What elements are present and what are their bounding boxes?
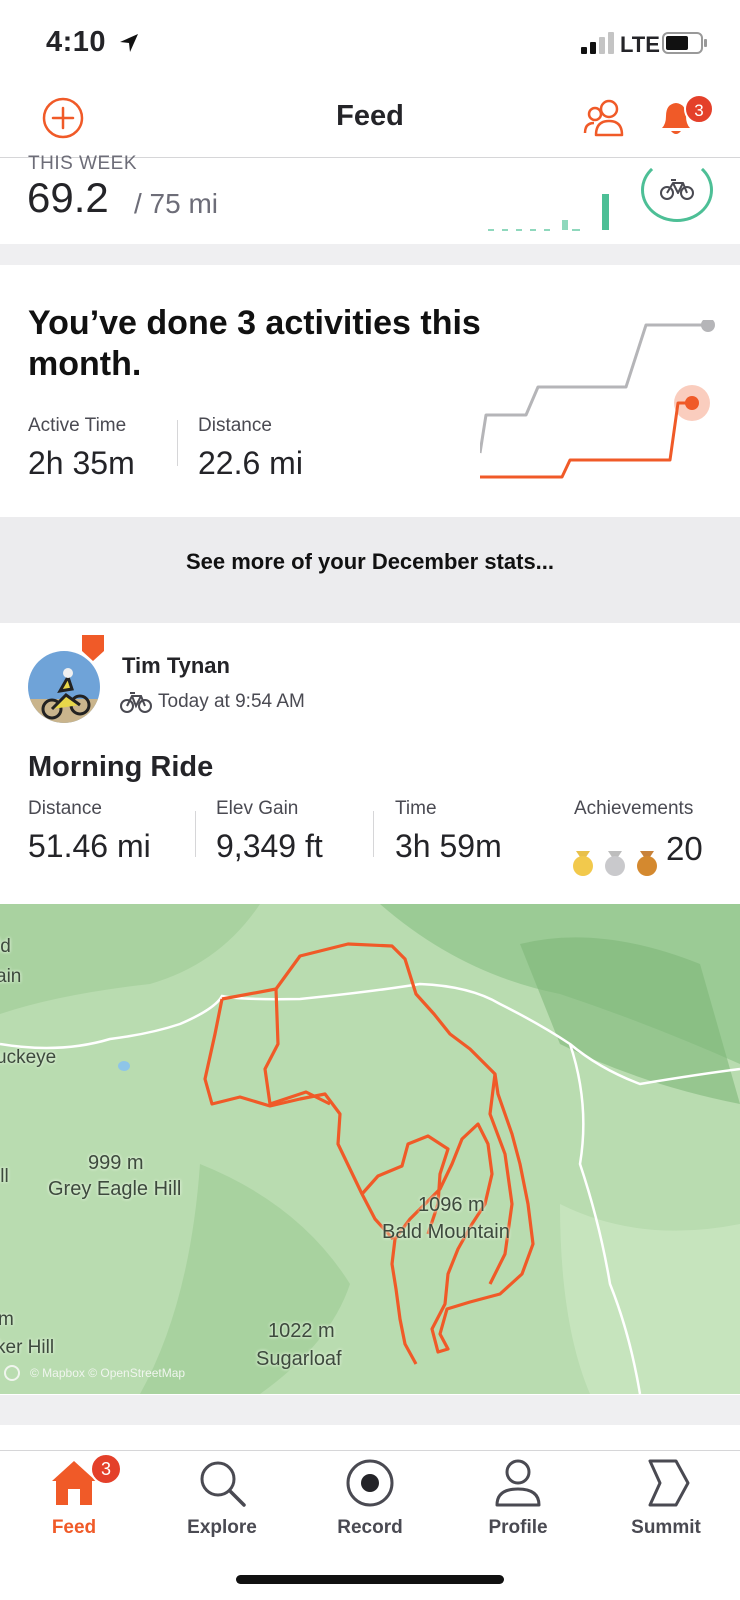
achievements-stat: Achievements — [574, 798, 693, 820]
map-place-label: ill — [0, 1166, 9, 1187]
map-place-label: Bald Mountain — [382, 1221, 510, 1243]
achievement-count: 20 — [666, 830, 703, 867]
tab-explore[interactable]: Explore — [148, 1457, 296, 1553]
stat-label: Active Time — [28, 415, 127, 436]
notification-badge: 3 — [684, 94, 714, 124]
map-place-label: Sugarloaf — [256, 1348, 342, 1370]
card-separator — [0, 244, 740, 265]
mapbox-logo-icon — [4, 1365, 20, 1381]
page-title: Feed — [336, 100, 404, 132]
search-icon — [200, 1461, 246, 1507]
feed-badge: 3 — [90, 1453, 122, 1485]
status-time: 4:10 — [46, 26, 107, 58]
nav-header: Feed 3 — [0, 88, 740, 158]
location-arrow-icon — [120, 34, 138, 52]
silver-medal-icon — [605, 851, 625, 876]
tab-feed[interactable]: 3 Feed — [0, 1453, 148, 1553]
map-place-label: uckeye — [0, 1047, 57, 1068]
athlete-name[interactable]: Tim Tynan — [122, 653, 230, 679]
card-separator — [0, 1395, 740, 1425]
stat-divider — [177, 420, 178, 466]
monthly-stats-link-bar: See more of your December stats... — [0, 517, 740, 623]
map-place-label: m — [0, 1309, 14, 1330]
achievement-medals — [573, 851, 657, 876]
tab-label: Profile — [488, 1517, 548, 1538]
week-goal: / 75 mi — [134, 188, 219, 219]
home-indicator — [236, 1575, 504, 1584]
record-icon — [346, 1459, 394, 1507]
gold-medal-icon — [573, 851, 593, 876]
stat-label: Time — [395, 798, 437, 819]
tab-label: Explore — [187, 1517, 257, 1538]
bronze-medal-icon — [637, 851, 657, 876]
tab-label: Summit — [631, 1517, 701, 1538]
week-label: THIS WEEK — [28, 153, 138, 174]
monthly-headline: You’ve done 3 activities this month. — [28, 304, 481, 383]
weekly-progress-card[interactable]: THIS WEEK 69.2 / 75 mi — [0, 153, 740, 244]
map-place-label: ain — [0, 966, 22, 987]
week-distance-value: 69.2 — [27, 174, 109, 221]
monthly-summary-card[interactable]: You’ve done 3 activities this month. Act… — [0, 265, 740, 517]
map-attribution[interactable]: © Mapbox © OpenStreetMap — [30, 1366, 185, 1380]
status-bar: 4:10 LTE — [0, 0, 740, 88]
activity-title[interactable]: Morning Ride — [28, 751, 213, 784]
tab-summit[interactable]: Summit — [592, 1457, 740, 1553]
friends-icon[interactable] — [582, 97, 626, 139]
ride-type-icon — [120, 692, 152, 713]
stat-value: 3h 59m — [395, 828, 502, 864]
stat-value: 51.46 mi — [28, 828, 151, 864]
activity-timestamp: Today at 9:54 AM — [158, 691, 305, 712]
active-time-stat: Active Time 2h 35m — [28, 415, 135, 482]
bike-icon — [660, 179, 694, 200]
stat-label: Elev Gain — [216, 798, 299, 819]
map-place-label: Grey Eagle Hill — [48, 1178, 182, 1200]
time-stat: Time 3h 59m — [395, 798, 502, 865]
map-elevation-label: 1022 m — [268, 1320, 335, 1342]
elevation-gain-stat: Elev Gain 9,349 ft — [216, 798, 323, 865]
distance-stat: Distance 22.6 mi — [198, 415, 303, 482]
ride-route — [203, 942, 535, 1365]
cellular-signal-icon — [581, 32, 614, 54]
activity-card[interactable]: Tim Tynan Today at 9:54 AM Morning Ride … — [0, 623, 740, 1403]
stat-divider — [373, 811, 374, 857]
stat-label: Distance — [28, 798, 102, 819]
map-place-label: ker Hill — [0, 1337, 55, 1358]
weekly-sparkline — [488, 194, 609, 231]
stat-value: 2h 35m — [28, 445, 135, 481]
network-type: LTE — [620, 32, 660, 57]
monthly-progress-chart — [480, 320, 715, 479]
tab-record[interactable]: Record — [296, 1457, 444, 1553]
map-elevation-label: 999 m — [88, 1152, 144, 1174]
stat-value: 22.6 mi — [198, 445, 303, 481]
stat-label: Distance — [198, 415, 272, 436]
battery-icon — [662, 32, 707, 54]
summit-icon — [648, 1459, 690, 1507]
tab-label: Record — [337, 1517, 403, 1538]
stat-divider — [195, 811, 196, 857]
stat-value: 9,349 ft — [216, 828, 323, 864]
stat-label: Achievements — [574, 798, 694, 819]
activity-route-map[interactable]: ld ain uckeye 999 m Grey Eagle Hill ill … — [0, 904, 740, 1394]
tab-profile[interactable]: Profile — [444, 1457, 592, 1553]
map-elevation-label: 1096 m — [418, 1194, 485, 1216]
see-more-stats-link[interactable]: See more of your December stats... — [0, 549, 740, 575]
profile-icon — [495, 1459, 541, 1507]
tab-label: Feed — [51, 1517, 97, 1538]
distance-stat: Distance 51.46 mi — [28, 798, 151, 865]
strava-badge-icon — [82, 635, 104, 661]
map-place-label: ld — [0, 936, 11, 957]
